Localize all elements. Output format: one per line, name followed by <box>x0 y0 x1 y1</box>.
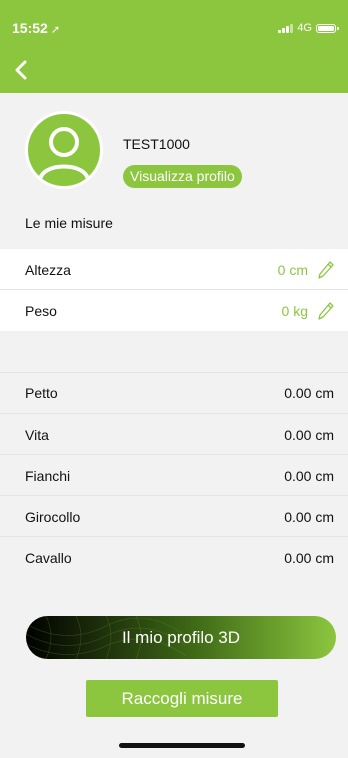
measure-label: Petto <box>25 384 58 401</box>
measure-row-weight[interactable]: Peso 0 kg <box>0 290 348 331</box>
location-arrow-icon: ➚ <box>50 24 61 36</box>
measure-row-chest: Petto 0.00 cm <box>0 372 348 413</box>
back-arrow-icon[interactable] <box>10 58 34 82</box>
network-label: 4G <box>297 22 312 34</box>
measure-label: Altezza <box>25 261 71 278</box>
measure-label: Girocollo <box>25 508 81 525</box>
view-profile-button[interactable]: Visualizza profilo <box>123 165 242 188</box>
pencil-icon[interactable] <box>318 301 334 320</box>
collect-measures-button[interactable]: Raccogli misure <box>86 680 278 717</box>
measure-label: Fianchi <box>25 467 71 484</box>
username: TEST1000 <box>123 136 190 152</box>
measure-row-crotch: Cavallo 0.00 cm <box>0 537 348 578</box>
avatar <box>25 111 103 189</box>
measure-value: 0.00 cm <box>284 508 334 525</box>
measure-value: 0.00 cm <box>284 549 334 566</box>
measure-value: 0 kg <box>281 302 308 319</box>
profile-3d-label: Il mio profilo 3D <box>121 627 241 647</box>
measure-label: Cavallo <box>25 549 72 566</box>
measure-value: 0.00 cm <box>284 384 334 401</box>
measure-row-hips: Fianchi 0.00 cm <box>0 455 348 496</box>
measure-row-height[interactable]: Altezza 0 cm <box>0 249 348 290</box>
measure-value: 0.00 cm <box>284 426 334 443</box>
signal-icon <box>278 23 294 33</box>
profile-3d-button[interactable]: Il mio profilo 3D <box>26 616 336 659</box>
battery-icon <box>316 23 339 33</box>
measure-row-neck: Girocollo 0.00 cm <box>0 496 348 537</box>
user-avatar-icon <box>38 127 90 181</box>
measure-value: 0.00 cm <box>284 467 334 484</box>
measure-row-waist: Vita 0.00 cm <box>0 414 348 455</box>
profile-panel: TEST1000 Visualizza profilo Le mie misur… <box>0 93 348 249</box>
status-time: 15:52 ➚ <box>12 20 61 36</box>
measure-value: 0 cm <box>277 261 308 278</box>
measure-label: Vita <box>25 426 49 443</box>
section-title: Le mie misure <box>25 215 113 231</box>
pencil-icon[interactable] <box>318 260 334 279</box>
status-indicators: 4G <box>278 22 339 34</box>
measure-label: Peso <box>25 302 57 319</box>
home-indicator <box>119 743 245 748</box>
app-header: 15:52 ➚ 4G <box>0 0 348 93</box>
